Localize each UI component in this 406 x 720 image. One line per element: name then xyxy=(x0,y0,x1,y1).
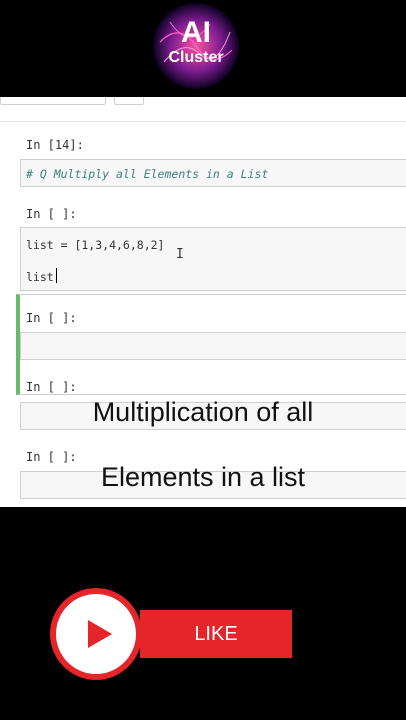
toolbar-button[interactable] xyxy=(114,97,144,105)
cell-prompt: In [ ]: xyxy=(26,311,77,325)
cell-source-line: list xyxy=(26,270,54,284)
toolbar-dropdown[interactable] xyxy=(0,97,106,105)
video-top-bar: AI Cluster xyxy=(0,0,406,97)
play-icon xyxy=(88,620,112,648)
ibeam-cursor-icon: I xyxy=(176,247,184,262)
like-circle xyxy=(50,588,142,680)
cell-prompt: In [14]: xyxy=(26,138,84,152)
text-cursor xyxy=(56,268,57,283)
like-button[interactable]: LIKE xyxy=(50,588,300,680)
cell-source-line: list = [1,3,4,6,8,2] xyxy=(26,238,165,252)
svg-text:AI: AI xyxy=(181,16,211,49)
overlay-caption-line1: Multiplication of all xyxy=(92,397,314,427)
code-cell[interactable]: # Q Multiply all Elements in a List xyxy=(20,159,406,187)
notebook-toolbar xyxy=(0,97,406,105)
cell-prompt: In [ ]: xyxy=(26,380,77,394)
code-cell[interactable] xyxy=(20,332,406,360)
like-label: LIKE xyxy=(140,610,292,658)
jupyter-notebook: In [14]: # Q Multiply all Elements in a … xyxy=(0,97,406,507)
overlay-caption-line2: Elements in a list xyxy=(100,462,306,492)
cell-prompt: In [ ]: xyxy=(26,207,77,221)
cell-source: # Q Multiply all Elements in a List xyxy=(26,167,269,181)
ai-cluster-logo: AI Cluster xyxy=(153,3,239,89)
code-cell-editor[interactable]: list = [1,3,4,6,8,2] list xyxy=(20,227,406,291)
toolbar-divider xyxy=(0,121,406,122)
svg-text:Cluster: Cluster xyxy=(168,49,223,66)
